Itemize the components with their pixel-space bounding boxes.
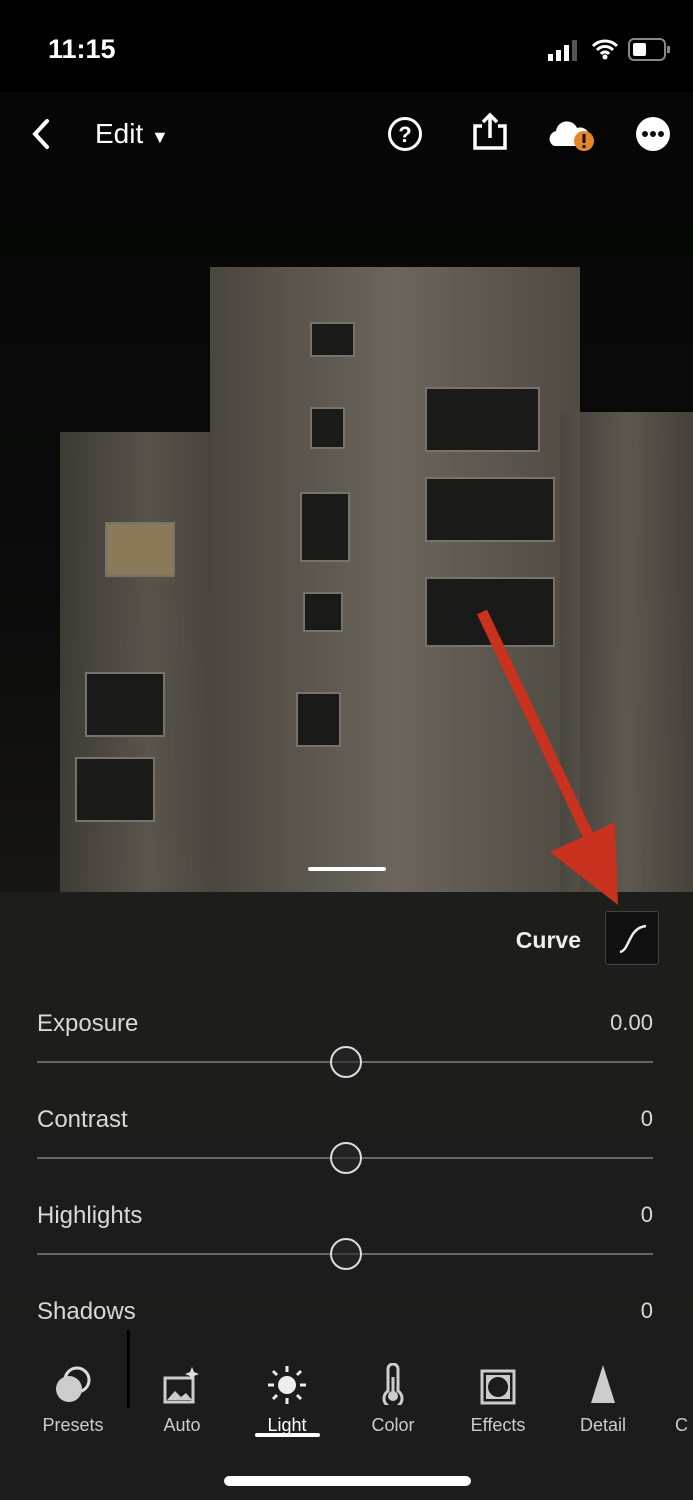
tool-effects[interactable]: Effects — [448, 1325, 548, 1436]
top-bar: Edit ▼ ? — [0, 92, 693, 177]
slider-label: Exposure — [37, 1010, 139, 1037]
share-icon[interactable] — [472, 112, 508, 152]
chevron-left-icon[interactable] — [30, 118, 52, 150]
tone-curve-icon — [619, 924, 647, 954]
tool-next[interactable]: C — [675, 1325, 693, 1436]
tool-light[interactable]: Light — [237, 1325, 337, 1436]
slider-knob[interactable] — [330, 1046, 362, 1078]
contrast-slider[interactable]: Contrast 0 — [37, 1106, 653, 1174]
active-tab-indicator — [255, 1433, 320, 1437]
tool-label: Presets — [42, 1415, 104, 1435]
slider-value: 0 — [640, 1202, 653, 1227]
tool-label: Auto — [163, 1415, 201, 1435]
slider-value: 0 — [640, 1298, 653, 1323]
edit-title: Edit — [95, 118, 144, 149]
slider-label: Shadows — [37, 1298, 136, 1325]
thermometer-icon — [382, 1363, 404, 1405]
tool-detail[interactable]: Detail — [553, 1325, 653, 1436]
caret-down-icon: ▼ — [151, 127, 169, 147]
status-bar: 11:15 — [0, 0, 693, 92]
exposure-slider[interactable]: Exposure 0.00 — [37, 1010, 653, 1078]
shadows-slider[interactable]: Shadows 0 — [37, 1298, 653, 1325]
annotation-arrow — [477, 609, 618, 905]
tool-color[interactable]: Color — [343, 1325, 443, 1436]
triangle-icon — [591, 1365, 615, 1403]
tool-label: Detail — [579, 1415, 627, 1435]
tool-label: Effects — [470, 1415, 526, 1435]
svg-text:?: ? — [398, 122, 411, 147]
tool-presets[interactable]: Presets — [23, 1325, 123, 1436]
slider-label: Highlights — [37, 1202, 143, 1229]
tool-auto[interactable]: Auto — [132, 1325, 232, 1436]
presets-icon — [56, 1366, 91, 1402]
slider-knob[interactable] — [330, 1142, 362, 1174]
toolbar-divider — [127, 1330, 130, 1408]
battery-icon — [628, 38, 670, 61]
tool-label: C — [675, 1415, 688, 1435]
home-indicator[interactable] — [224, 1476, 471, 1486]
help-icon[interactable]: ? — [387, 116, 423, 152]
tool-label: Color — [371, 1415, 415, 1435]
status-time: 11:15 — [48, 34, 116, 64]
curve-label[interactable]: Curve — [516, 927, 581, 954]
edit-mode-dropdown[interactable]: Edit ▼ — [95, 118, 169, 150]
cellular-signal-icon — [548, 40, 577, 61]
tone-curve-button[interactable] — [605, 911, 659, 965]
slider-knob[interactable] — [330, 1238, 362, 1270]
slider-value: 0 — [640, 1106, 653, 1131]
slider-value: 0.00 — [610, 1010, 653, 1035]
highlights-slider[interactable]: Highlights 0 — [37, 1202, 653, 1270]
panel-drag-handle[interactable] — [308, 867, 386, 871]
cloud-warning-icon[interactable] — [546, 114, 596, 154]
auto-icon — [163, 1367, 199, 1404]
vignette-icon — [480, 1369, 516, 1405]
slider-label: Contrast — [37, 1106, 128, 1133]
bottom-toolbar: Presets Auto Light Color Effects Detail … — [0, 1325, 693, 1500]
sun-icon — [268, 1366, 306, 1404]
wifi-icon — [591, 39, 619, 60]
more-icon[interactable] — [635, 116, 671, 152]
